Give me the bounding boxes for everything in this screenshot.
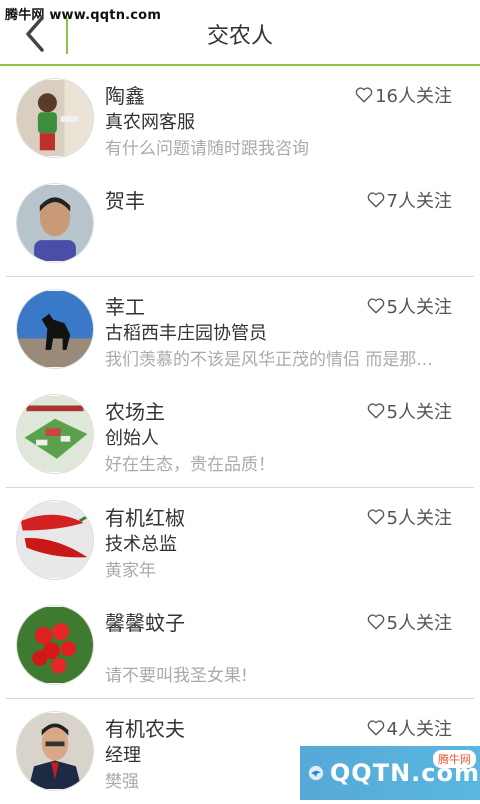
list-item[interactable]: 馨馨蚊子 5人关注 请不要叫我圣女果! (0, 593, 480, 698)
heart-icon (367, 614, 384, 630)
user-role: 真农网客服 (105, 112, 195, 133)
heart-icon (367, 298, 384, 314)
follow-count[interactable]: 5人关注 (367, 504, 452, 530)
top-bar: 腾牛网 www.qqtn.com 交农人 (0, 0, 480, 66)
heart-icon (367, 192, 384, 208)
follow-count[interactable]: 5人关注 (367, 293, 452, 319)
heart-icon (355, 87, 373, 103)
heart-icon (367, 403, 384, 419)
follow-label: 16人关注 (375, 86, 452, 107)
bird-logo-icon (308, 765, 324, 781)
avatar[interactable] (16, 78, 94, 158)
follow-label: 5人关注 (386, 508, 452, 529)
list-item[interactable]: 幸工 5人关注 古稻西丰庄园协管员 我们羡慕的不该是风华正茂的情侣 而是那... (0, 277, 480, 382)
red-pepper-photo-icon (17, 502, 93, 578)
farm-photo-icon (17, 396, 93, 472)
follow-label: 5人关注 (386, 297, 452, 318)
user-desc: 黄家年 (105, 561, 156, 581)
heart-icon (367, 720, 384, 736)
avatar[interactable] (16, 711, 94, 791)
user-name: 陶鑫 (105, 84, 145, 108)
page-title: 交农人 (206, 24, 273, 49)
user-role: 创始人 (105, 428, 159, 449)
user-name: 有机农夫 (105, 717, 185, 741)
follow-count[interactable]: 4人关注 (367, 715, 452, 741)
user-name: 贺丰 (105, 189, 145, 213)
list-item[interactable]: 贺丰 7人关注 (0, 171, 480, 276)
tomato-photo-icon (17, 607, 93, 683)
user-list: 陶鑫 16人关注 真农网客服 有什么问题请随时跟我咨询 贺丰 7人关注 幸工 5… (0, 66, 480, 804)
list-item[interactable]: 有机红椒 5人关注 技术总监 黄家年 (0, 488, 480, 593)
horse-photo-icon (17, 291, 93, 367)
follow-count[interactable]: 7人关注 (367, 187, 452, 213)
user-name: 有机红椒 (105, 506, 185, 530)
user-name: 馨馨蚊子 (105, 611, 185, 635)
watermark-logo: QQTN.com 腾牛网 (300, 746, 480, 800)
man-suit-photo-icon (17, 713, 93, 789)
follow-count[interactable]: 16人关注 (355, 82, 452, 108)
user-desc: 我们羡慕的不该是风华正茂的情侣 而是那... (105, 350, 433, 370)
user-role: 古稻西丰庄园协管员 (105, 323, 267, 344)
avatar[interactable] (16, 500, 94, 580)
user-name: 农场主 (105, 400, 165, 424)
avatar[interactable] (16, 183, 94, 263)
user-role: 技术总监 (105, 534, 177, 555)
user-name: 幸工 (105, 295, 145, 319)
follow-count[interactable]: 5人关注 (367, 398, 452, 424)
heart-icon (367, 509, 384, 525)
follow-label: 7人关注 (386, 191, 452, 212)
user-desc: 好在生态，贵在品质！ (105, 455, 275, 475)
follow-label: 5人关注 (386, 613, 452, 634)
avatar[interactable] (16, 289, 94, 369)
user-desc: 有什么问题请随时跟我咨询 (105, 139, 309, 159)
man-photo-icon (17, 185, 93, 261)
watermark-badge: 腾牛网 (433, 750, 476, 768)
list-item[interactable]: 陶鑫 16人关注 真农网客服 有什么问题请随时跟我咨询 (0, 66, 480, 171)
child-photo-icon (17, 80, 93, 156)
list-item[interactable]: 农场主 5人关注 创始人 好在生态，贵在品质！ (0, 382, 480, 487)
avatar[interactable] (16, 605, 94, 685)
follow-label: 4人关注 (386, 719, 452, 740)
user-role: 经理 (105, 745, 141, 766)
follow-count[interactable]: 5人关注 (367, 609, 452, 635)
avatar[interactable] (16, 394, 94, 474)
follow-label: 5人关注 (386, 402, 452, 423)
user-desc: 请不要叫我圣女果! (105, 666, 248, 686)
